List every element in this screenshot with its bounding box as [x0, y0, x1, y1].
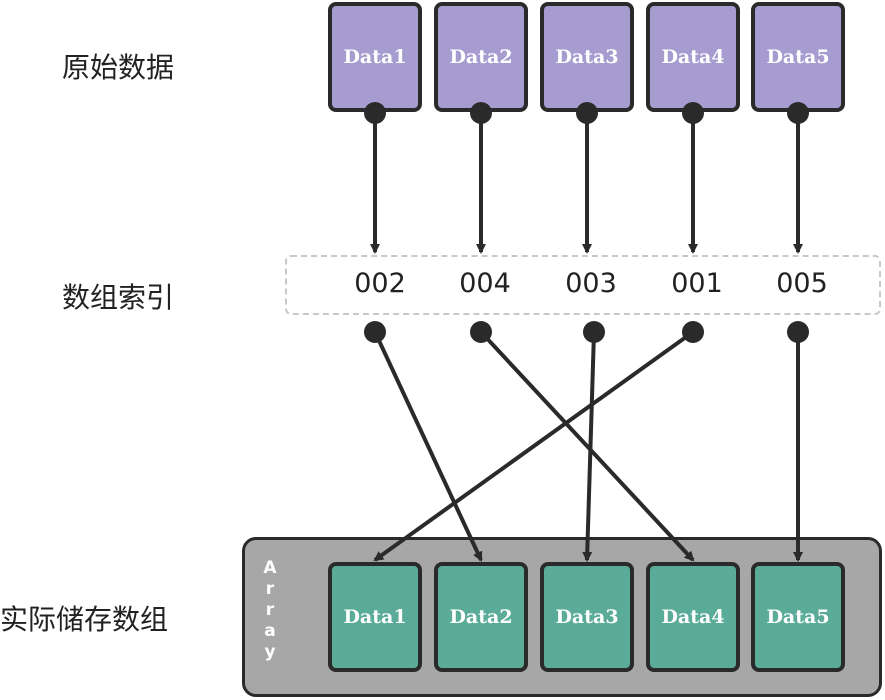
index-connector-dot-5 [787, 321, 809, 343]
source-connector-dot-1 [364, 102, 386, 124]
source-connector-dot-2 [470, 102, 492, 124]
source-connector-dot-4 [682, 102, 704, 124]
index-to-storage-arrow-4 [373, 330, 695, 562]
source-connector-dot-3 [576, 102, 598, 124]
source-connector-dot-5 [787, 102, 809, 124]
index-connector-dot-1 [364, 321, 386, 343]
index-connector-dot-2 [470, 321, 492, 343]
index-connector-dot-3 [583, 321, 605, 343]
index-to-storage-arrow-1 [373, 331, 483, 562]
index-connector-dot-4 [682, 321, 704, 343]
connection-lines [364, 102, 809, 562]
